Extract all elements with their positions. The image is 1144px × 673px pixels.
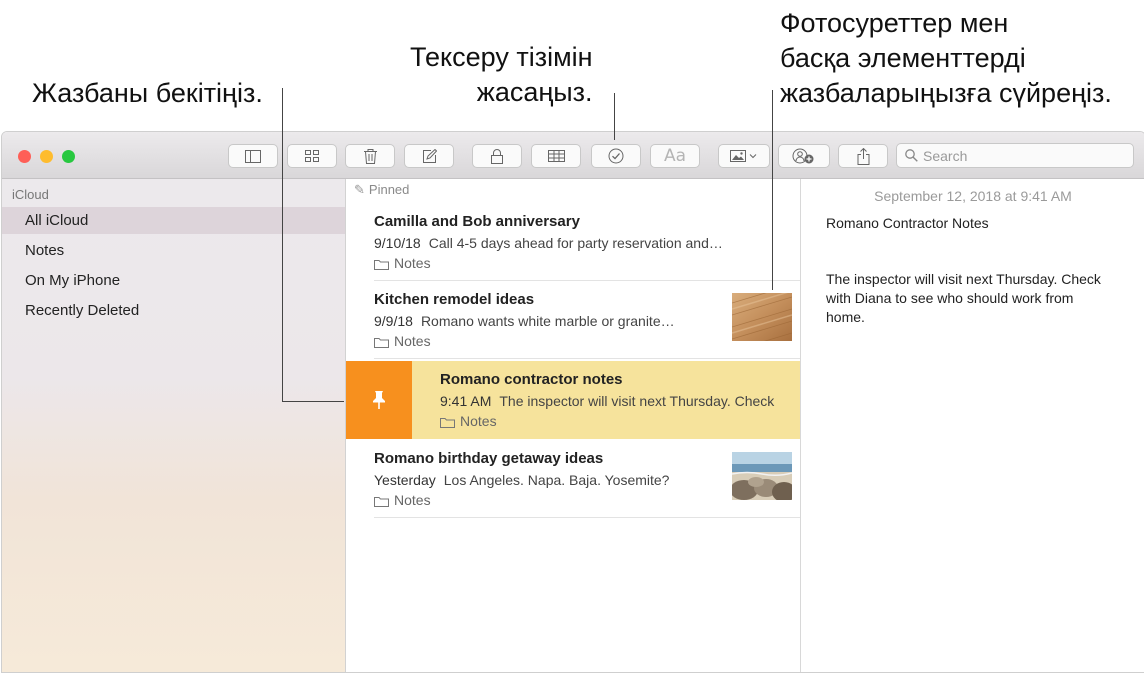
gallery-view-button[interactable] bbox=[287, 144, 337, 168]
note-folder-label: Notes bbox=[394, 255, 431, 271]
lock-icon bbox=[491, 148, 503, 164]
pin-icon bbox=[373, 391, 385, 409]
callout-checklist-line-2: жасаңыз. bbox=[476, 77, 593, 107]
folder-icon bbox=[374, 497, 389, 507]
note-title: Kitchen remodel ideas bbox=[374, 291, 535, 308]
note-item[interactable]: Romano birthday getaway ideas Yesterday L… bbox=[346, 440, 800, 518]
note-timestamp: September 12, 2018 at 9:41 AM bbox=[874, 188, 1072, 204]
callout-drag-items: Фотосуреттер мен басқа элементтерді жазб… bbox=[780, 6, 1112, 111]
toolbar: Aa Search bbox=[2, 132, 1144, 179]
callout-drag-line-2: басқа элементтерді bbox=[780, 43, 1026, 73]
callout-checklist-line-1: Тексеру тізімін bbox=[410, 42, 593, 72]
search-placeholder: Search bbox=[923, 148, 968, 164]
minimize-window-button[interactable] bbox=[40, 150, 53, 163]
leader-line-drag bbox=[772, 90, 773, 290]
beach-rocks-thumbnail bbox=[732, 452, 792, 500]
close-window-button[interactable] bbox=[18, 150, 31, 163]
add-people-button[interactable] bbox=[778, 144, 830, 168]
note-date: 9/9/18 bbox=[374, 313, 413, 329]
pin-note-action[interactable] bbox=[346, 361, 412, 439]
note-preview: Call 4-5 days ahead for party reservatio… bbox=[428, 235, 723, 251]
share-button[interactable] bbox=[838, 144, 888, 168]
table-icon bbox=[547, 150, 565, 162]
callout-drag-line-3: жазбаларыңызға сүйреңіз. bbox=[780, 78, 1112, 108]
note-editor-title: Romano Contractor Notes bbox=[826, 215, 989, 231]
note-folder-label: Notes bbox=[394, 492, 431, 508]
sidebar-header-icloud: iCloud bbox=[12, 187, 49, 202]
note-editor-body: The inspector will visit next Thursday. … bbox=[826, 271, 1101, 325]
checklist-icon bbox=[608, 148, 624, 164]
note-date: 9:41 AM bbox=[440, 393, 492, 409]
note-title: Camilla and Bob anniversary bbox=[374, 213, 580, 230]
note-preview: The inspector will visit next Thursday. … bbox=[499, 393, 775, 409]
note-meta: 9/10/18 Call 4-5 days ahead for party res… bbox=[374, 235, 774, 251]
note-editor[interactable]: September 12, 2018 at 9:41 AM Romano Con… bbox=[801, 179, 1144, 672]
sidebar-item-recently-deleted[interactable]: Recently Deleted bbox=[2, 297, 345, 324]
sidebar: iCloud All iCloud Notes On My iPhone Rec… bbox=[2, 179, 346, 672]
sidebar-item-on-my-iphone[interactable]: On My iPhone bbox=[2, 267, 345, 294]
format-icon: Aa bbox=[663, 146, 687, 166]
note-folder: Notes bbox=[374, 492, 431, 508]
pin-icon: ✎ bbox=[354, 182, 365, 197]
note-item-selected[interactable]: Romano contractor notes 9:41 AM The inspe… bbox=[346, 361, 800, 439]
note-preview: Los Angeles. Napa. Baja. Yosemite? bbox=[443, 472, 670, 488]
note-item[interactable]: Kitchen remodel ideas 9/9/18 Romano wants… bbox=[346, 281, 800, 359]
note-date: Yesterday bbox=[374, 472, 436, 488]
search-field[interactable]: Search bbox=[896, 143, 1134, 168]
zoom-window-button[interactable] bbox=[62, 150, 75, 163]
sidebar-item-all-icloud[interactable]: All iCloud bbox=[2, 207, 345, 234]
media-icon bbox=[730, 150, 757, 162]
share-icon bbox=[857, 147, 869, 165]
format-button[interactable]: Aa bbox=[650, 144, 700, 168]
note-folder-label: Notes bbox=[460, 413, 497, 429]
divider bbox=[374, 517, 800, 518]
notes-window: Aa Search iCloud All iCloud Notes On My … bbox=[1, 131, 1144, 673]
note-preview: Romano wants white marble or granite… bbox=[420, 313, 675, 329]
collaborate-icon bbox=[792, 148, 814, 164]
sidebar-icon bbox=[245, 149, 261, 163]
trash-icon bbox=[363, 148, 377, 164]
leader-line-pin-horizontal bbox=[282, 401, 344, 402]
delete-button[interactable] bbox=[345, 144, 395, 168]
pinned-section-header: ✎ Pinned bbox=[354, 182, 409, 198]
callout-pin-line-1: Жазбаны бекітіңіз. bbox=[32, 78, 263, 108]
note-title: Romano birthday getaway ideas bbox=[374, 450, 604, 467]
callout-checklist: Тексеру тізімін жасаңыз. bbox=[410, 40, 593, 110]
add-media-button[interactable] bbox=[718, 144, 770, 168]
note-item[interactable]: Camilla and Bob anniversary 9/10/18 Call … bbox=[346, 203, 800, 281]
notes-list: ✎ Pinned Camilla and Bob anniversary 9/10… bbox=[346, 179, 801, 672]
note-folder: Notes bbox=[374, 333, 431, 349]
folder-icon bbox=[374, 338, 389, 348]
note-title: Romano contractor notes bbox=[440, 371, 623, 388]
lock-note-button[interactable] bbox=[472, 144, 522, 168]
leader-line-pin-vertical bbox=[282, 88, 283, 402]
pinned-label: Pinned bbox=[368, 182, 410, 197]
divider bbox=[374, 358, 800, 359]
note-date: 9/10/18 bbox=[374, 235, 421, 251]
search-icon bbox=[905, 149, 918, 162]
table-button[interactable] bbox=[531, 144, 581, 168]
wood-floor-thumbnail bbox=[732, 293, 792, 341]
callout-pin-note: Жазбаны бекітіңіз. bbox=[32, 76, 263, 111]
note-meta: 9:41 AM The inspector will visit next Thu… bbox=[440, 393, 800, 409]
toggle-sidebar-button[interactable] bbox=[228, 144, 278, 168]
callout-drag-line-1: Фотосуреттер мен bbox=[780, 8, 1009, 38]
checklist-button[interactable] bbox=[591, 144, 641, 168]
folder-icon bbox=[374, 260, 389, 270]
note-meta: 9/9/18 Romano wants white marble or grani… bbox=[374, 313, 714, 329]
note-meta: Yesterday Los Angeles. Napa. Baja. Yosemi… bbox=[374, 472, 714, 488]
leader-line-checklist bbox=[614, 93, 615, 140]
gallery-icon bbox=[305, 150, 319, 162]
note-folder: Notes bbox=[440, 413, 497, 429]
note-folder-label: Notes bbox=[394, 333, 431, 349]
sidebar-item-notes[interactable]: Notes bbox=[2, 237, 345, 264]
compose-icon bbox=[422, 148, 437, 163]
folder-icon bbox=[440, 418, 455, 428]
note-folder: Notes bbox=[374, 255, 431, 271]
new-note-button[interactable] bbox=[404, 144, 454, 168]
